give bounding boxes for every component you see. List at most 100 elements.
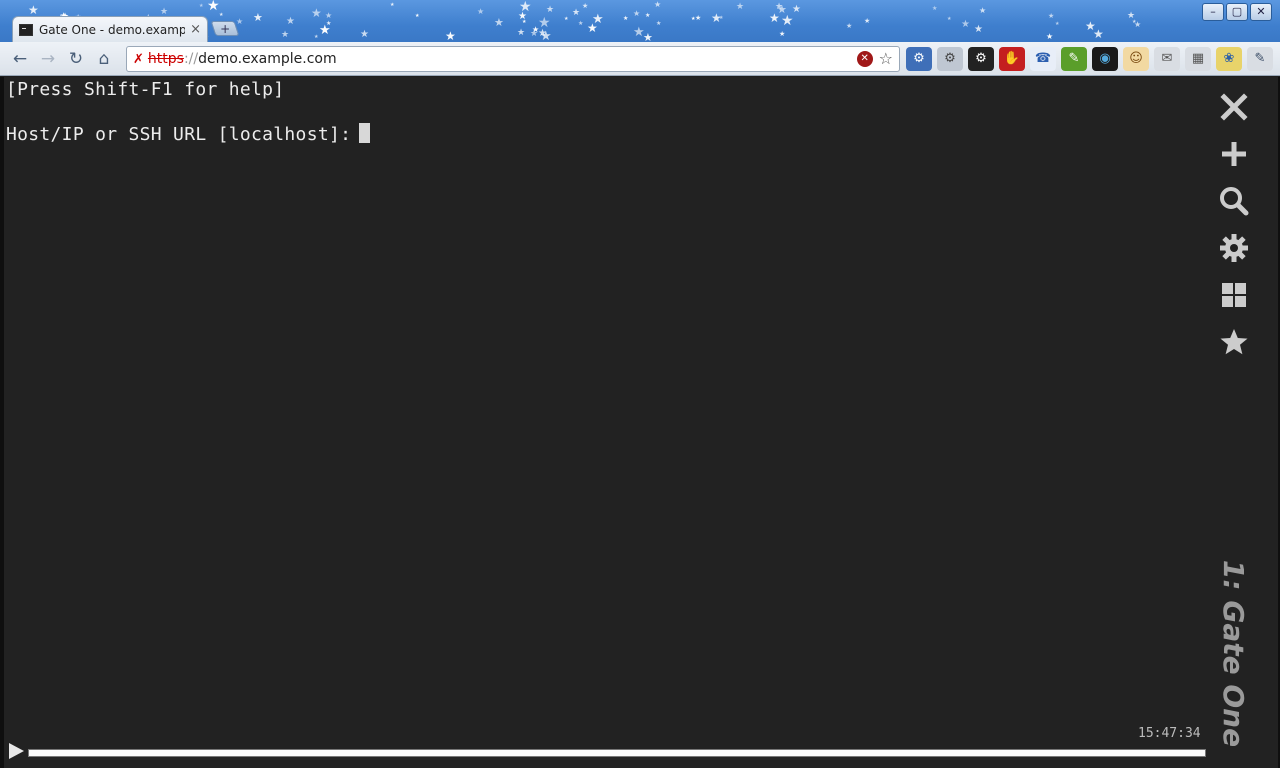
star-decoration: ★ [390, 2, 395, 8]
star-decoration: ★ [1134, 20, 1142, 29]
star-decoration: ★ [695, 14, 702, 22]
color-wheel-icon[interactable]: ◉ [1092, 47, 1118, 71]
terminal-grid-button[interactable] [1212, 271, 1256, 318]
star-decoration: ★ [236, 17, 244, 26]
bookmark-star-icon[interactable]: ☆ [879, 51, 893, 67]
star-decoration: ★ [932, 5, 938, 12]
star-decoration: ★ [199, 3, 204, 9]
star-decoration: ★ [540, 29, 552, 42]
new-tab-button[interactable]: + [210, 21, 240, 36]
tab-title: Gate One - demo.example.com [39, 22, 185, 37]
url-host: demo.example.com [198, 51, 337, 67]
terminal-help-line: [Press Shift-F1 for help] [6, 79, 285, 100]
plus-icon [1222, 141, 1246, 166]
star-decoration: ★ [530, 29, 539, 39]
playback-slider[interactable] [28, 748, 1206, 757]
close-terminal-button[interactable] [1212, 83, 1256, 130]
binary-icon[interactable]: ▦ [1185, 47, 1211, 71]
star-decoration: ★ [777, 3, 787, 16]
star-decoration: ★ [1048, 12, 1055, 20]
star-decoration: ★ [736, 2, 745, 12]
star-decoration: ★ [311, 6, 322, 20]
star-decoration: ★ [645, 12, 651, 19]
star-decoration: ★ [1085, 19, 1096, 33]
star-decoration: ★ [623, 15, 629, 22]
playback-controls [6, 741, 1206, 761]
star-decoration: ★ [477, 7, 485, 16]
terminal-title: 1: Gate One [1184, 553, 1280, 753]
new-tab-icon: + [219, 21, 231, 36]
star-decoration: ★ [253, 11, 263, 24]
star-decoration: ★ [564, 16, 569, 22]
settings-button[interactable] [1212, 224, 1256, 271]
star-decoration: ★ [582, 2, 589, 10]
close-icon [1220, 92, 1248, 121]
forward-button[interactable]: → [34, 45, 62, 73]
star-decoration: ★ [1046, 32, 1054, 41]
terminal-area[interactable]: [Press Shift-F1 for help] Host/IP or SSH… [0, 77, 1280, 768]
maximize-button[interactable]: ▢ [1226, 3, 1248, 21]
extension-icons: ⚙ ⚙ ⚙ ✋ ☎ ✎ ◉ ☺ ✉ ▦ ❀ ✎ [906, 47, 1273, 71]
wrench-icon[interactable]: ✎ [1247, 47, 1273, 71]
star-decoration: ★ [286, 16, 295, 27]
close-window-button[interactable]: ✕ [1250, 3, 1272, 21]
star-decoration: ★ [643, 31, 653, 42]
star-decoration: ★ [979, 6, 987, 15]
star-decoration: ★ [519, 0, 532, 15]
playback-clock: 15:47:34 [1138, 726, 1201, 741]
window-controls: – ▢ ✕ [1202, 3, 1272, 21]
star-decoration: ★ [633, 9, 641, 18]
url-separator: :// [183, 51, 199, 67]
gear-icon [1220, 233, 1248, 262]
terminal-cursor [359, 123, 371, 143]
terminal-prompt-line: Host/IP or SSH URL [localhost]: [6, 123, 371, 145]
new-terminal-button[interactable] [1212, 130, 1256, 177]
broken-lock-icon[interactable]: ✗ [133, 52, 144, 67]
browser-toolbar: ← → ↻ ⌂ ✗ https :// demo.example.com ✕ ☆… [0, 42, 1280, 76]
bookmarks-button[interactable] [1212, 318, 1256, 365]
star-decoration: ★ [207, 0, 220, 14]
gear-gray-icon[interactable]: ⚙ [937, 47, 963, 71]
star-decoration: ★ [445, 29, 456, 42]
minimize-button[interactable]: – [1202, 3, 1224, 21]
magnifier-icon [1220, 186, 1249, 215]
grid-icon [1222, 282, 1246, 307]
star-decoration: ★ [781, 13, 794, 29]
browser-tab[interactable]: Gate One - demo.example.com × [12, 16, 208, 42]
reload-button[interactable]: ↻ [62, 45, 90, 73]
star-decoration: ★ [654, 0, 662, 9]
home-button[interactable]: ⌂ [90, 45, 118, 73]
python-icon[interactable]: ❀ [1216, 47, 1242, 71]
url-scheme: https [147, 51, 184, 67]
star-decoration: ★ [719, 15, 724, 21]
star-decoration: ★ [546, 5, 555, 15]
tab-close-icon[interactable]: × [190, 22, 201, 37]
grid-view-button[interactable] [1212, 177, 1256, 224]
star-decoration: ★ [28, 3, 39, 17]
evernote-icon[interactable]: ✎ [1061, 47, 1087, 71]
terminal-favicon-icon [19, 23, 33, 36]
mail-icon[interactable]: ✉ [1154, 47, 1180, 71]
star-decoration: ★ [494, 16, 504, 29]
star-decoration: ★ [219, 12, 224, 18]
back-button[interactable]: ← [6, 45, 34, 73]
star-decoration: ★ [360, 29, 369, 40]
star-icon [1220, 328, 1248, 354]
star-decoration: ★ [947, 16, 952, 22]
star-decoration: ★ [517, 28, 526, 38]
star-decoration: ★ [656, 20, 662, 27]
gear-blue-icon[interactable]: ⚙ [906, 47, 932, 71]
star-decoration: ★ [974, 24, 983, 35]
stop-hand-icon[interactable]: ✋ [999, 47, 1025, 71]
gateone-toolbar [1212, 83, 1256, 365]
host-prompt: Host/IP or SSH URL [localhost]: [6, 124, 352, 145]
gear-dark-icon[interactable]: ⚙ [968, 47, 994, 71]
blocked-content-icon[interactable]: ✕ [856, 51, 873, 67]
star-decoration: ★ [691, 16, 696, 22]
play-icon[interactable] [9, 743, 24, 759]
address-bar[interactable]: ✗ https :// demo.example.com ✕ ☆ [126, 46, 900, 72]
chat-bubble-icon[interactable]: ☎ [1030, 47, 1056, 71]
face-icon[interactable]: ☺ [1123, 47, 1149, 71]
star-decoration: ★ [779, 30, 786, 38]
star-decoration: ★ [281, 30, 290, 40]
